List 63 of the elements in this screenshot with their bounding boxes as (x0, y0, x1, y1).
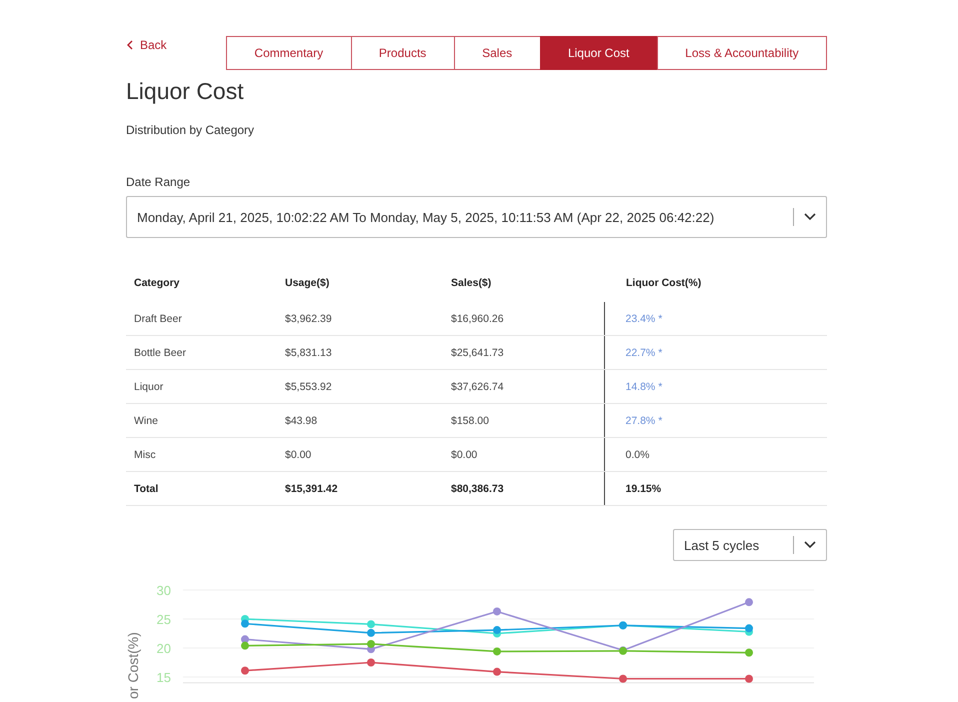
date-range-select[interactable]: Monday, April 21, 2025, 10:02:22 AM To Monday, May 5, 2025, 10:11:53 AM (Apr 22, 2025 06:42:22) (126, 196, 827, 238)
table-cell: $0.00 (277, 438, 443, 472)
table-cell: $0.00 (443, 438, 604, 472)
table-cell: $37,626.74 (443, 370, 604, 404)
tick-label: 30 (156, 583, 171, 598)
table-cell: Liquor (126, 370, 277, 404)
table-cell: Wine (126, 404, 277, 438)
table-cell: Total (126, 472, 277, 506)
point (367, 658, 375, 666)
point (241, 666, 249, 675)
table-cell: Misc (126, 438, 277, 472)
subtitle: Distribution by Category (126, 123, 256, 137)
column-header: Liquor Cost(%) (604, 276, 827, 302)
column-header: Category (133, 276, 181, 291)
table-cell: 27.8% * (604, 404, 827, 438)
table-cell: $16,960.26 (443, 302, 604, 336)
back-link[interactable]: Back (126, 38, 226, 52)
tick-label: 15 (156, 670, 171, 685)
tab[interactable]: Commentary (226, 36, 352, 70)
point (241, 642, 249, 650)
table-cell: Draft Beer (126, 302, 277, 336)
table-cell: 22.7% * (604, 336, 827, 370)
point (241, 620, 249, 628)
point (493, 668, 501, 676)
chevron-down-icon (804, 541, 816, 549)
point (367, 640, 375, 648)
point (745, 598, 753, 606)
tick-label: 20 (156, 641, 171, 656)
table-cell: Bottle Beer (126, 336, 277, 370)
point (493, 626, 501, 634)
point (367, 628, 375, 637)
cycles-select[interactable]: Last 5 cycles (673, 529, 827, 561)
table-cell: $43.98 (277, 404, 443, 438)
table-cell: 23.4% * (604, 302, 827, 336)
tick-label: 25 (156, 612, 171, 627)
point (745, 674, 753, 683)
point (619, 674, 627, 683)
table-cell: $3,962.39 (277, 302, 443, 336)
tab[interactable]: Loss & Accountability (656, 36, 827, 70)
table-cell: 19.15% (604, 472, 827, 506)
point (367, 620, 375, 628)
tab[interactable]: Sales (454, 36, 541, 70)
tab[interactable]: Products (350, 36, 455, 70)
tab[interactable]: Liquor Cost (540, 36, 658, 70)
column-header: Sales($) (443, 276, 604, 302)
chevron-down-icon (804, 213, 816, 221)
chevron-left-icon (126, 40, 134, 50)
table-cell: 14.8% * (604, 370, 827, 404)
table-cell: $15,391.42 (277, 472, 443, 506)
page-title: Liquor Cost (126, 78, 245, 105)
table-cell: $5,553.92 (277, 370, 443, 404)
point (745, 624, 753, 632)
axis-title: or Cost(%) (126, 632, 141, 699)
column-header: Usage($) (284, 276, 330, 291)
table-cell: 0.0% (604, 438, 827, 472)
field-label: Date Range (126, 175, 192, 189)
table-cell: $25,641.73 (443, 336, 604, 370)
table-cell: $158.00 (443, 404, 604, 438)
table-cell: $5,831.13 (277, 336, 443, 370)
point (493, 647, 501, 656)
point (493, 607, 501, 616)
point (745, 648, 753, 657)
table-cell: $80,386.73 (443, 472, 604, 506)
